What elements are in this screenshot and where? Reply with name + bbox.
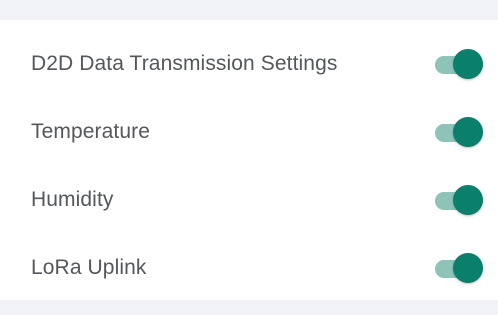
bottom-divider-band	[0, 300, 498, 315]
humidity-toggle[interactable]	[435, 183, 483, 217]
temperature-toggle[interactable]	[435, 115, 483, 149]
setting-row-lora-uplink[interactable]: LoRa Uplink	[0, 234, 498, 302]
setting-row-humidity[interactable]: Humidity	[0, 166, 498, 234]
setting-label: Temperature	[31, 120, 150, 143]
lora-uplink-toggle[interactable]	[435, 251, 483, 285]
setting-row-temperature[interactable]: Temperature	[0, 98, 498, 166]
setting-label: Humidity	[31, 188, 114, 211]
d2d-data-transmission-toggle[interactable]	[435, 47, 483, 81]
settings-list: D2D Data Transmission Settings Temperatu…	[0, 20, 498, 300]
toggle-thumb	[453, 185, 483, 215]
setting-label: LoRa Uplink	[31, 256, 147, 279]
top-divider-band	[0, 0, 498, 20]
toggle-thumb	[453, 253, 483, 283]
toggle-thumb	[453, 117, 483, 147]
setting-row-d2d-data-transmission[interactable]: D2D Data Transmission Settings	[0, 30, 498, 98]
setting-label: D2D Data Transmission Settings	[31, 52, 338, 75]
toggle-thumb	[453, 49, 483, 79]
